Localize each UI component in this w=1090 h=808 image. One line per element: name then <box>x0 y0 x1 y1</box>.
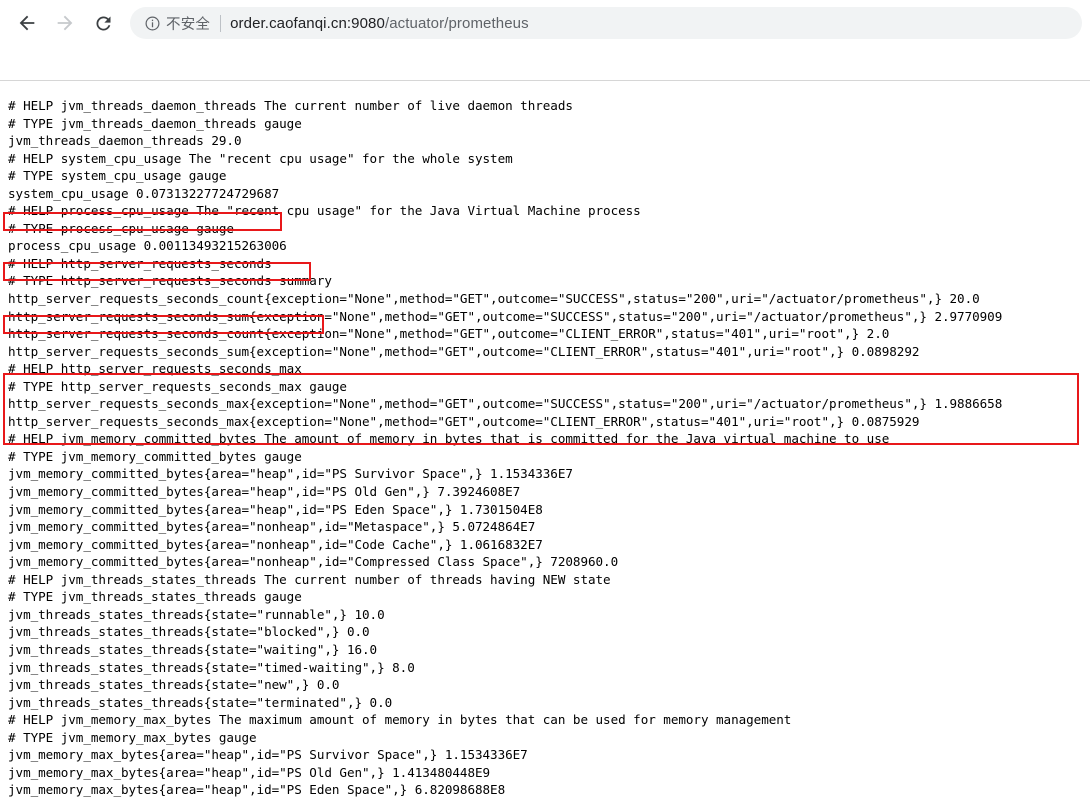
metric-line: jvm_threads_daemon_threads 29.0 <box>8 133 242 149</box>
metric-line: jvm_threads_states_threads{state="blocke… <box>8 624 370 640</box>
omnibox-divider <box>220 14 222 32</box>
metric-line: jvm_threads_states_threads{state="waitin… <box>8 641 378 657</box>
metric-line: # HELP jvm_threads_states_threads The cu… <box>8 571 611 587</box>
forward-arrow-icon <box>54 12 76 34</box>
metric-line: jvm_threads_states_threads{state="runnab… <box>8 606 385 622</box>
security-status-label: 不安全 <box>166 16 211 33</box>
metric-line: http_server_requests_seconds_max{excepti… <box>8 396 1003 412</box>
metric-line: system_cpu_usage 0.07313227724729687 <box>8 185 280 201</box>
metric-line: jvm_memory_max_bytes{area="heap",id="PS … <box>8 782 506 798</box>
browser-chrome: 不安全 order.caofanqi.cn:9080/actuator/prom… <box>0 0 1090 81</box>
address-bar[interactable]: 不安全 order.caofanqi.cn:9080/actuator/prom… <box>130 7 1082 39</box>
back-button[interactable] <box>8 4 46 42</box>
metric-line: jvm_memory_committed_bytes{area="nonheap… <box>8 536 543 552</box>
metric-line: jvm_memory_committed_bytes{area="heap",i… <box>8 484 521 500</box>
metric-line: # TYPE process_cpu_usage gauge <box>8 220 234 236</box>
metric-line: process_cpu_usage 0.00113493215263006 <box>8 238 287 254</box>
metric-line: # TYPE jvm_memory_committed_bytes gauge <box>8 448 302 464</box>
metric-line: # HELP http_server_requests_seconds_max <box>8 361 302 377</box>
url-text[interactable]: order.caofanqi.cn:9080/actuator/promethe… <box>230 15 529 32</box>
metric-line: jvm_memory_committed_bytes{area="nonheap… <box>8 519 536 535</box>
forward-button[interactable] <box>46 4 84 42</box>
url-path: /actuator/prometheus <box>384 14 529 32</box>
site-security-chip[interactable]: 不安全 <box>144 13 210 34</box>
metric-line: # TYPE http_server_requests_seconds_max … <box>8 378 347 394</box>
metric-line: http_server_requests_seconds_sum{excepti… <box>8 343 920 359</box>
metric-line: jvm_threads_states_threads{state="timed-… <box>8 659 415 675</box>
metric-line: jvm_memory_committed_bytes{area="nonheap… <box>8 554 619 570</box>
reload-button[interactable] <box>84 4 122 42</box>
metric-line: http_server_requests_seconds_count{excep… <box>8 326 890 342</box>
metric-line: http_server_requests_seconds_max{excepti… <box>8 413 920 429</box>
browser-toolbar: 不安全 order.caofanqi.cn:9080/actuator/prom… <box>0 0 1090 46</box>
metric-line: # TYPE jvm_threads_states_threads gauge <box>8 589 302 605</box>
metrics-text-output: # HELP jvm_threads_daemon_threads The cu… <box>8 97 1002 799</box>
metric-line: # HELP process_cpu_usage The "recent cpu… <box>8 203 641 219</box>
metric-line: jvm_memory_max_bytes{area="heap",id="PS … <box>8 764 491 780</box>
metric-line: http_server_requests_seconds_count{excep… <box>8 291 980 307</box>
page-content: # HELP jvm_threads_daemon_threads The cu… <box>0 81 1090 808</box>
back-arrow-icon <box>16 12 38 34</box>
metric-line: jvm_threads_states_threads{state="termin… <box>8 694 393 710</box>
metric-line: jvm_memory_committed_bytes{area="heap",i… <box>8 501 543 517</box>
metric-line: # TYPE system_cpu_usage gauge <box>8 168 227 184</box>
metric-line: http_server_requests_seconds_sum{excepti… <box>8 308 1003 324</box>
metric-line: jvm_threads_states_threads{state="new",}… <box>8 677 340 693</box>
metric-line: # TYPE http_server_requests_seconds summ… <box>8 273 332 289</box>
metric-line: # HELP jvm_memory_committed_bytes The am… <box>8 431 890 447</box>
metric-line: # HELP system_cpu_usage The "recent cpu … <box>8 150 513 166</box>
metric-line: # TYPE jvm_threads_daemon_threads gauge <box>8 115 302 131</box>
reload-icon <box>93 13 114 34</box>
info-circle-icon <box>144 15 161 32</box>
metric-line: # HELP http_server_requests_seconds <box>8 255 272 271</box>
metric-line: # TYPE jvm_memory_max_bytes gauge <box>8 729 257 745</box>
metric-line: jvm_memory_committed_bytes{area="heap",i… <box>8 466 573 482</box>
metric-line: # HELP jvm_threads_daemon_threads The cu… <box>8 98 573 113</box>
metric-line: jvm_memory_max_bytes{area="heap",id="PS … <box>8 747 528 763</box>
url-host: order.caofanqi.cn:9080 <box>230 14 385 32</box>
metric-line: # HELP jvm_memory_max_bytes The maximum … <box>8 712 792 728</box>
